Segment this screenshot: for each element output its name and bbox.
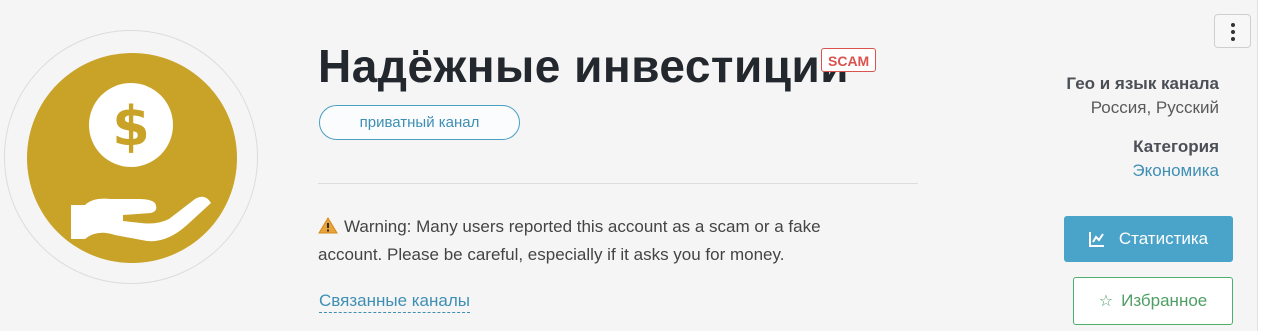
statistics-button[interactable]: Статистика (1064, 216, 1233, 262)
kebab-menu-icon (1231, 23, 1235, 27)
favorite-label: Избранное (1121, 291, 1208, 310)
kebab-menu-icon-dot (1231, 37, 1235, 41)
related-channels-link[interactable]: Связанные каналы (319, 290, 470, 313)
category-label: Категория (1133, 137, 1219, 156)
channel-title: Надёжные инвестиции (318, 40, 850, 92)
svg-text:$: $ (112, 95, 150, 158)
scam-badge: SCAM (821, 48, 877, 72)
statistics-label: Статистика (1118, 229, 1209, 248)
page-edge (1257, 0, 1271, 331)
warning-icon (318, 217, 338, 234)
geo-info: Гео и язык канала Россия, Русский (1066, 74, 1219, 118)
avatar: $ (4, 30, 258, 284)
geo-label: Гео и язык канала (1066, 74, 1219, 93)
scam-warning: Warning: Many users reported this accoun… (318, 213, 888, 269)
dollar-hand-icon: $ (27, 53, 237, 263)
geo-value: Россия, Русский (1090, 98, 1219, 117)
category-info: Категория Экономика (1132, 137, 1219, 181)
favorite-button[interactable]: ☆ Избранное (1073, 277, 1233, 325)
warning-text: Warning: Many users reported this accoun… (318, 217, 821, 264)
line-chart-icon (1088, 232, 1104, 247)
star-icon: ☆ (1098, 293, 1114, 310)
divider (318, 183, 918, 184)
kebab-menu-button[interactable] (1214, 14, 1251, 48)
category-link[interactable]: Экономика (1132, 161, 1219, 181)
private-channel-badge[interactable]: приватный канал (319, 105, 520, 140)
channel-card: $ Надёжные инвестиции SCAM приватный кан… (0, 0, 1257, 331)
kebab-menu-icon-dot (1231, 30, 1235, 34)
